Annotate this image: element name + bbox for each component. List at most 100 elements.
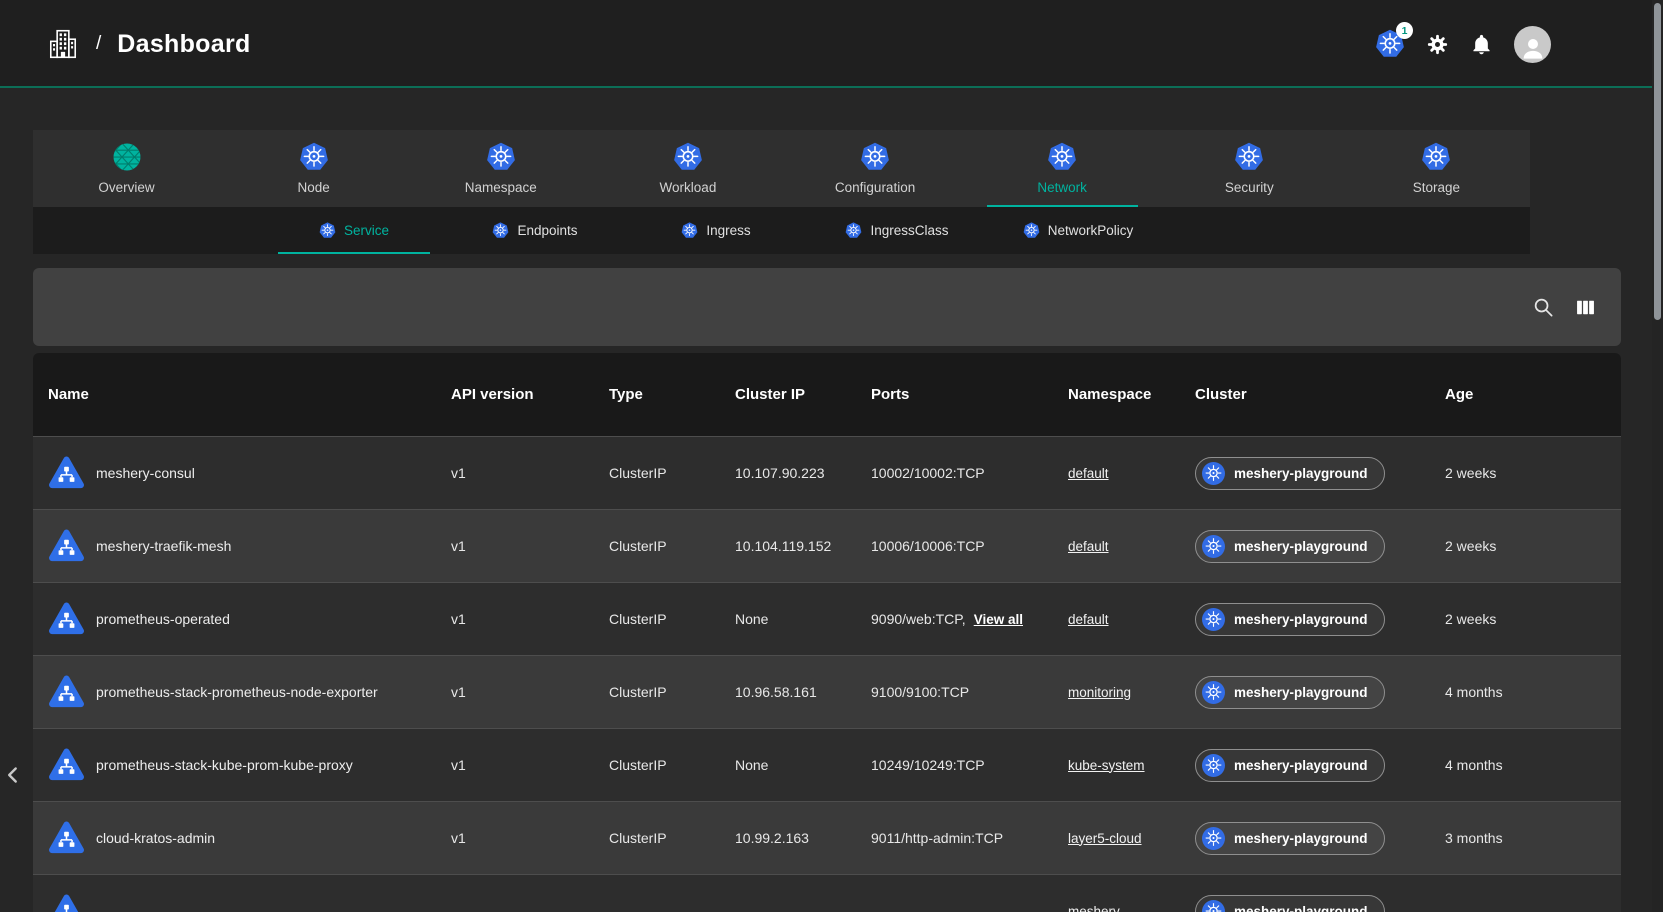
kubernetes-icon	[845, 222, 862, 239]
cluster-ip-value: 10.99.2.163	[735, 830, 871, 846]
notifications-button[interactable]	[1470, 33, 1493, 56]
kubernetes-context-button[interactable]: 1	[1375, 29, 1405, 59]
top-app-bar: / Dashboard 1	[0, 0, 1663, 88]
view-all-ports-link[interactable]: View all	[974, 612, 1023, 627]
table-row[interactable]: prometheus-stack-prometheus-node-exporte…	[33, 655, 1621, 728]
cluster-ip-value: None	[735, 611, 871, 627]
category-tab-label: Workload	[660, 180, 717, 195]
kubernetes-icon	[299, 142, 329, 172]
table-row[interactable]: prometheus-stack-kube-prom-kube-proxy v1…	[33, 728, 1621, 801]
service-icon	[48, 893, 85, 912]
service-name: prometheus-operated	[96, 611, 230, 627]
kubernetes-icon	[1202, 754, 1225, 777]
view-columns-button[interactable]	[1574, 296, 1597, 319]
cluster-chip[interactable]: meshery-playground	[1195, 603, 1385, 636]
table-row[interactable]: cloud-kratos-admin v1 ClusterIP 10.99.2.…	[33, 801, 1621, 874]
namespace-link[interactable]: monitoring	[1068, 685, 1131, 700]
search-button[interactable]	[1532, 296, 1555, 319]
cluster-chip[interactable]: meshery-playground	[1195, 822, 1385, 855]
settings-button[interactable]	[1426, 33, 1449, 56]
service-type-value: ClusterIP	[609, 611, 735, 627]
table-row[interactable]: meshery meshery-playground	[33, 874, 1621, 912]
category-tab[interactable]: Workload	[594, 130, 781, 207]
service-name: meshery-traefik-mesh	[96, 538, 231, 554]
cluster-chip[interactable]: meshery-playground	[1195, 676, 1385, 709]
api-version-value: v1	[451, 465, 609, 481]
column-header-api-version[interactable]: API version	[451, 386, 609, 403]
namespace-link[interactable]: kube-system	[1068, 758, 1145, 773]
resource-subtab[interactable]: IngressClass	[817, 207, 977, 254]
page-scrollbar[interactable]	[1652, 0, 1663, 912]
building-icon[interactable]	[46, 27, 80, 61]
column-header-cluster[interactable]: Cluster	[1195, 386, 1445, 403]
table-row[interactable]: prometheus-operated v1 ClusterIP None 90…	[33, 582, 1621, 655]
cluster-ip-value: 10.107.90.223	[735, 465, 871, 481]
namespace-link[interactable]: layer5-cloud	[1068, 831, 1142, 846]
service-type-value: ClusterIP	[609, 684, 735, 700]
kubernetes-icon	[1023, 222, 1040, 239]
api-version-value: v1	[451, 538, 609, 554]
service-icon	[48, 528, 85, 565]
resource-subtab[interactable]: Service	[274, 207, 434, 254]
kubernetes-icon	[1234, 142, 1264, 172]
scrollbar-thumb[interactable]	[1654, 3, 1661, 320]
table-toolbar	[33, 268, 1621, 346]
resource-subtab[interactable]: NetworkPolicy	[998, 207, 1158, 254]
meshery-icon	[112, 142, 142, 172]
category-tab[interactable]: Node	[220, 130, 407, 207]
service-icon	[48, 747, 85, 784]
resource-subtab-label: NetworkPolicy	[1048, 223, 1134, 238]
table-row[interactable]: meshery-consul v1 ClusterIP 10.107.90.22…	[33, 436, 1621, 509]
breadcrumb: / Dashboard	[46, 0, 251, 88]
collapse-drawer-button[interactable]	[0, 762, 26, 788]
cluster-chip[interactable]: meshery-playground	[1195, 530, 1385, 563]
cluster-chip[interactable]: meshery-playground	[1195, 895, 1385, 912]
resource-subtab-label: Endpoints	[517, 223, 577, 238]
category-tab-label: Namespace	[465, 180, 537, 195]
column-header-cluster-ip[interactable]: Cluster IP	[735, 386, 871, 403]
notifications-bell-icon	[1470, 33, 1493, 56]
ports-value: 10002/10002:TCP	[871, 465, 985, 481]
cluster-name: meshery-playground	[1234, 685, 1368, 700]
cluster-chip[interactable]: meshery-playground	[1195, 457, 1385, 490]
namespace-link[interactable]: default	[1068, 466, 1109, 481]
resource-subtab-label: Ingress	[706, 223, 750, 238]
namespace-link[interactable]: meshery	[1068, 904, 1120, 912]
table-row[interactable]: meshery-traefik-mesh v1 ClusterIP 10.104…	[33, 509, 1621, 582]
cluster-ip-value: 10.96.58.161	[735, 684, 871, 700]
namespace-link[interactable]: default	[1068, 612, 1109, 627]
age-value: 2 weeks	[1445, 538, 1621, 554]
service-name: prometheus-stack-kube-prom-kube-proxy	[96, 757, 353, 773]
category-tab[interactable]: Namespace	[407, 130, 594, 207]
column-header-name[interactable]: Name	[48, 386, 451, 403]
chevron-left-icon	[0, 762, 26, 788]
category-tab[interactable]: Network	[969, 130, 1156, 207]
service-name: cloud-kratos-admin	[96, 830, 215, 846]
column-header-age[interactable]: Age	[1445, 386, 1621, 403]
service-type-value: ClusterIP	[609, 757, 735, 773]
category-tab-label: Configuration	[835, 180, 915, 195]
cluster-chip[interactable]: meshery-playground	[1195, 749, 1385, 782]
kubernetes-icon	[1421, 142, 1451, 172]
category-tab[interactable]: Security	[1156, 130, 1343, 207]
age-value: 2 weeks	[1445, 611, 1621, 627]
kubernetes-icon	[673, 142, 703, 172]
view-columns-icon	[1574, 296, 1597, 319]
category-tab[interactable]: Overview	[33, 130, 220, 207]
resource-subtab[interactable]: Ingress	[636, 207, 796, 254]
table-header-row: Name API version Type Cluster IP Ports N…	[33, 353, 1621, 436]
kubernetes-icon	[319, 222, 336, 239]
category-tab[interactable]: Configuration	[782, 130, 969, 207]
category-tab[interactable]: Storage	[1343, 130, 1530, 207]
service-name: prometheus-stack-prometheus-node-exporte…	[96, 684, 378, 700]
column-header-namespace[interactable]: Namespace	[1068, 386, 1195, 403]
column-header-type[interactable]: Type	[609, 386, 735, 403]
resource-subtab[interactable]: Endpoints	[455, 207, 615, 254]
namespace-link[interactable]: default	[1068, 539, 1109, 554]
column-header-ports[interactable]: Ports	[871, 386, 1068, 403]
service-name: meshery-consul	[96, 465, 195, 481]
user-avatar[interactable]	[1514, 26, 1551, 63]
table-body: meshery-consul v1 ClusterIP 10.107.90.22…	[33, 436, 1621, 912]
age-value: 3 months	[1445, 830, 1621, 846]
cluster-name: meshery-playground	[1234, 466, 1368, 481]
